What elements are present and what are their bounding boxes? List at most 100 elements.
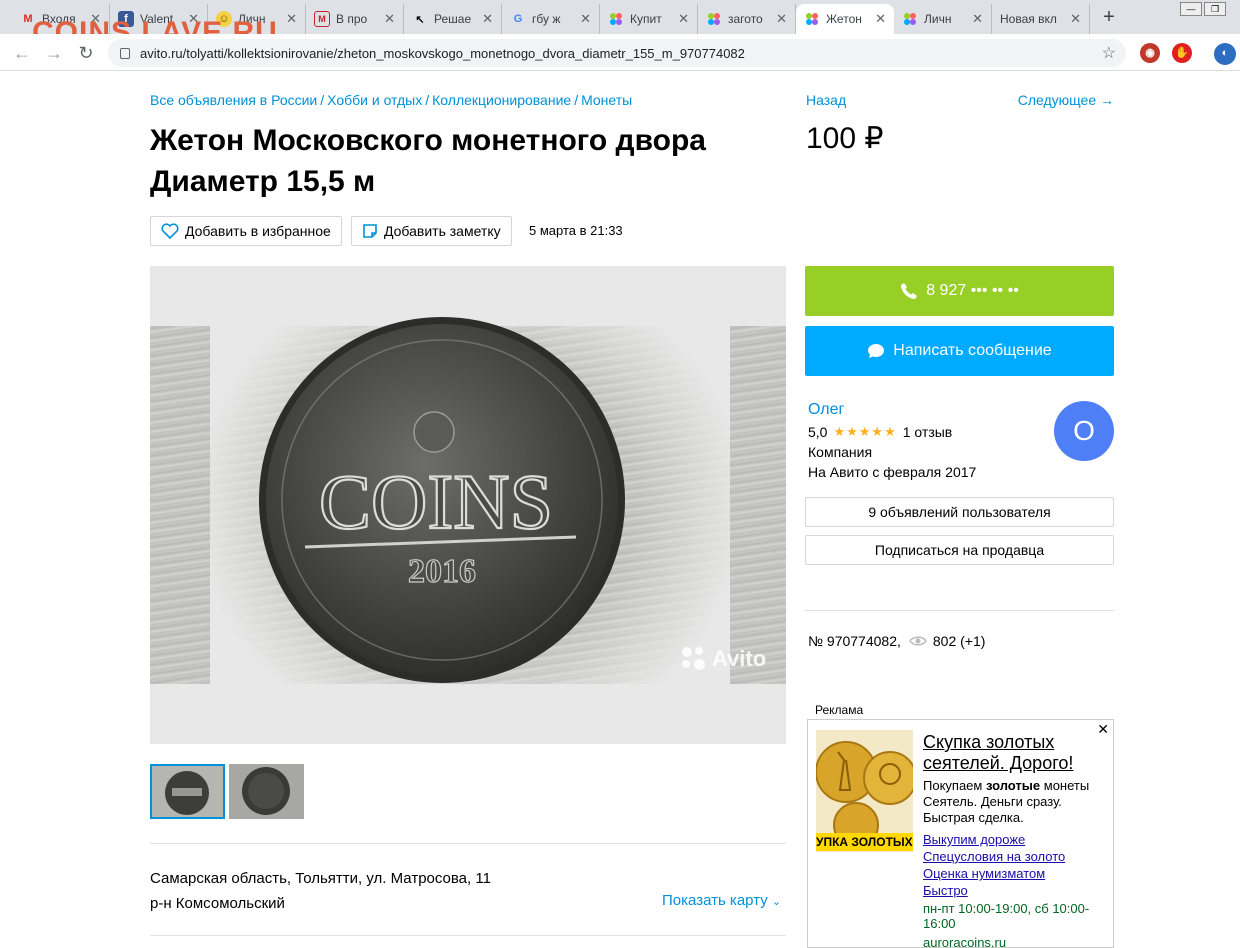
next-listing-link[interactable]: Следующее →: [1018, 92, 1114, 108]
breadcrumb-hobby[interactable]: Хобби и отдых: [327, 92, 422, 108]
browser-toolbar: ← → ↻ avito.ru/tolyatti/kollektsionirova…: [0, 34, 1240, 71]
ad-headline[interactable]: Скупка золотых сеятелей. Дорого!: [923, 732, 1108, 774]
user-listings-button[interactable]: 9 объявлений пользователя: [805, 497, 1114, 527]
avito-icon: [706, 11, 722, 27]
subscribe-seller-button[interactable]: Подписаться на продавца: [805, 535, 1114, 565]
avito-logo-icon: [682, 647, 706, 671]
avito-icon: [804, 11, 820, 27]
divider: [150, 935, 786, 936]
lock-icon: [120, 47, 130, 59]
ad-link-fast[interactable]: Быстро: [923, 882, 1108, 899]
avito-icon: [608, 11, 624, 27]
close-icon[interactable]: ✕: [972, 11, 983, 27]
tab-solve[interactable]: ↖ Решае ✕: [404, 4, 502, 34]
main-photo[interactable]: COINS 2016 Avito: [150, 266, 786, 744]
coin-text: COINS: [319, 458, 553, 545]
seller-name-link[interactable]: Олег: [808, 401, 844, 419]
minimize-icon[interactable]: —: [1180, 2, 1202, 16]
show-map-link[interactable]: Показать карту ⌄: [662, 892, 781, 909]
ad-link-buy-higher[interactable]: Выкупим дороже: [923, 831, 1108, 848]
url-text: avito.ru/tolyatti/kollektsionirovanie/zh…: [140, 45, 745, 61]
add-to-favorites-button[interactable]: Добавить в избранное: [150, 216, 342, 246]
favorites-label: Добавить в избранное: [185, 223, 331, 239]
tab-new[interactable]: Новая вкл ✕: [992, 4, 1090, 34]
cursor-icon: ↖: [415, 13, 425, 26]
reload-icon[interactable]: ↻: [74, 41, 98, 65]
reviews-count[interactable]: 1 отзыв: [903, 424, 953, 440]
extension-adblock-icon[interactable]: ✋: [1172, 43, 1192, 63]
listing-meta: № 970774082, 802 (+1): [808, 633, 985, 649]
tab-google[interactable]: G гбу ж ✕: [502, 4, 600, 34]
ad-hours: пн-пт 10:00-19:00, сб 10:00-16:00: [923, 901, 1090, 931]
divider: [805, 610, 1114, 611]
close-icon[interactable]: ✕: [384, 11, 395, 27]
ad-domain[interactable]: auroracoins.ru: [923, 935, 1006, 947]
phone-icon: [901, 283, 918, 299]
google-icon: G: [513, 13, 523, 25]
seller-type: Компания: [808, 444, 873, 460]
tab-label: Жетон: [826, 12, 862, 26]
seller-rating: 5,0 ★★★★★ 1 отзыв: [808, 424, 952, 440]
tab-avito-token[interactable]: Жетон ✕: [796, 4, 894, 34]
forward-arrow-icon[interactable]: →: [42, 41, 66, 65]
phone-number: 8 927 ••• •• ••: [926, 282, 1019, 299]
title-line-1: Жетон Московского монетного двора: [150, 124, 706, 157]
listing-number: № 970774082,: [808, 633, 901, 649]
show-map-label: Показать карту: [662, 892, 768, 909]
new-tab-icon[interactable]: +: [1096, 6, 1122, 28]
maximize-icon[interactable]: ❐: [1204, 2, 1226, 16]
photo-thumbnail-2[interactable]: [229, 764, 304, 819]
chat-bubble-icon: [868, 344, 885, 358]
title-line-2: Диаметр 15,5 м: [150, 165, 376, 198]
tab-avito-buy[interactable]: Купит ✕: [600, 4, 698, 34]
thumbnail-coin-image: [229, 764, 304, 819]
mail-icon: M: [314, 11, 330, 27]
breadcrumb-collecting[interactable]: Коллекционирование: [432, 92, 571, 108]
ad-link-special-terms[interactable]: Спецусловия на золото: [923, 848, 1108, 865]
address-bar[interactable]: avito.ru/tolyatti/kollektsionirovanie/zh…: [108, 39, 1126, 67]
back-link[interactable]: Назад: [806, 92, 846, 108]
breadcrumb-coins[interactable]: Монеты: [581, 92, 632, 108]
close-icon[interactable]: ✕: [482, 11, 493, 27]
tab-avito-personal[interactable]: Личн ✕: [894, 4, 992, 34]
write-message-label: Написать сообщение: [893, 342, 1052, 359]
tab-label: Новая вкл: [1000, 12, 1057, 26]
district-line: р-н Комсомольский: [150, 895, 285, 912]
ad-label: Реклама: [815, 703, 864, 717]
profile-avatar-icon[interactable]: ◐: [1214, 43, 1236, 65]
ad-banner-text: УПКА ЗОЛОТЫХ: [816, 833, 913, 851]
rating-stars-icon: ★★★★★: [833, 424, 897, 439]
avito-watermark-text: Avito: [712, 646, 767, 671]
extension-spy-icon[interactable]: ◉: [1140, 43, 1160, 63]
thumbnail-coin-image: [152, 766, 223, 817]
tab-avito-blanks[interactable]: загото ✕: [698, 4, 796, 34]
avito-watermark: Avito: [682, 646, 766, 672]
views-count: 802 (+1): [932, 633, 986, 649]
seller-since: На Авито с февраля 2017: [808, 464, 977, 480]
tab-label: В про: [336, 12, 368, 26]
address-line: Самарская область, Тольятти, ул. Матросо…: [150, 870, 491, 887]
tab-mail[interactable]: M В про ✕: [306, 4, 404, 34]
back-arrow-icon[interactable]: ←: [10, 41, 34, 65]
close-icon[interactable]: ✕: [776, 11, 787, 27]
close-icon[interactable]: ✕: [1070, 11, 1081, 27]
ad-text-start: Покупаем: [923, 778, 986, 793]
close-icon[interactable]: ✕: [286, 11, 297, 27]
ad-block[interactable]: ✕ УПКА ЗОЛОТЫХ Скупка золотых сеятелей. …: [807, 719, 1114, 948]
close-icon[interactable]: ✕: [875, 11, 886, 27]
write-message-button[interactable]: Написать сообщение: [805, 326, 1114, 376]
photo-thumbnail-1[interactable]: [150, 764, 225, 819]
eye-icon: [909, 636, 927, 646]
show-phone-button[interactable]: 8 927 ••• •• ••: [805, 266, 1114, 316]
tab-label: Личн: [924, 12, 952, 26]
add-note-button[interactable]: Добавить заметку: [351, 216, 512, 246]
ad-link-appraisal[interactable]: Оценка нумизматом: [923, 865, 1108, 882]
bookmark-star-icon[interactable]: ☆: [1102, 43, 1116, 63]
close-icon[interactable]: ✕: [580, 11, 591, 27]
breadcrumb: Все объявления в России / Хобби и отдых / Ко…: [150, 92, 633, 108]
note-label: Добавить заметку: [384, 223, 501, 239]
coin-image: COINS 2016: [259, 317, 625, 683]
avatar[interactable]: О: [1054, 401, 1114, 461]
breadcrumb-all-ads[interactable]: Все объявления в России: [150, 92, 317, 108]
close-icon[interactable]: ✕: [678, 11, 689, 27]
